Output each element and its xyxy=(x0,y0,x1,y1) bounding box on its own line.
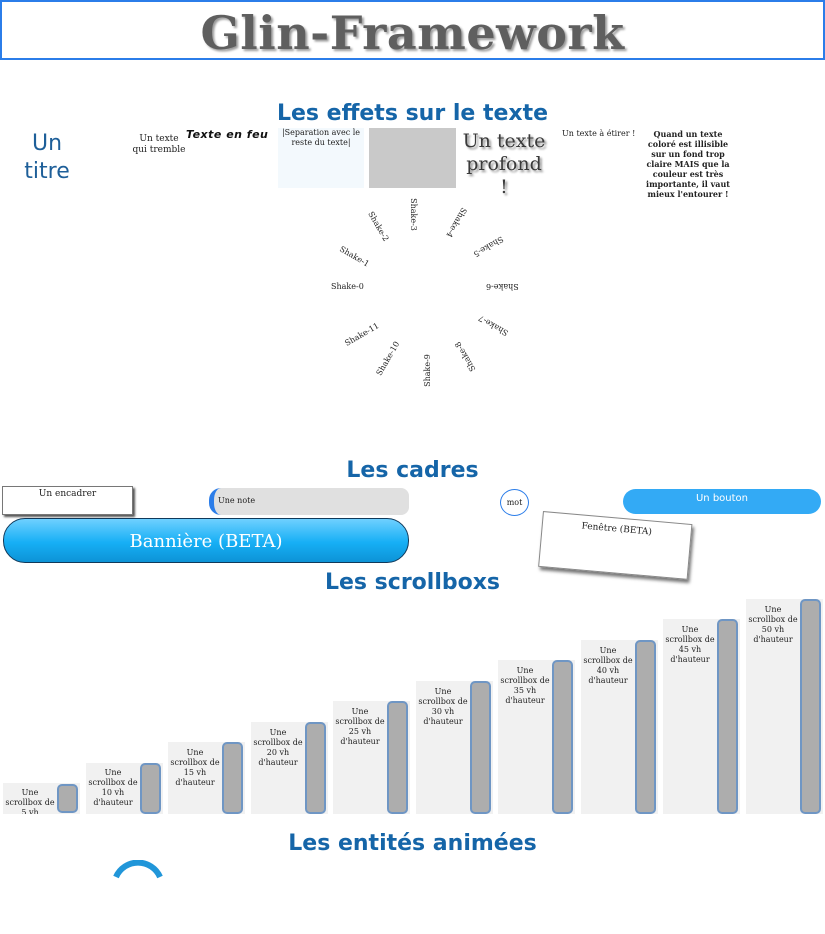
shake-label: Shake-4 xyxy=(444,206,469,239)
word-circle: mot xyxy=(500,489,529,516)
scrollbox[interactable]: Une scrollbox de 25 vh d'hauteur xyxy=(333,701,410,814)
scrollbox[interactable]: Une scrollbox de 40 vh d'hauteur xyxy=(581,640,658,814)
banner: Bannière (BETA) xyxy=(3,518,409,563)
section-title-text-effects: Les effets sur le texte xyxy=(276,101,549,126)
outlined-text-demo: Quand un texte coloré est illisible sur … xyxy=(646,129,730,199)
stretch-text-demo: Un texte à étirer ! xyxy=(562,129,636,138)
scrollbar-thumb[interactable] xyxy=(470,681,491,814)
scrollbox[interactable]: Une scrollbox de 15 vh d'hauteur xyxy=(168,742,245,814)
scrollbox[interactable]: Une scrollbox de 20 vh d'hauteur xyxy=(251,722,328,814)
scrollbar-thumb[interactable] xyxy=(387,701,408,814)
scrollbox-label: Une scrollbox de 15 vh d'hauteur xyxy=(170,748,220,787)
gray-placeholder-box xyxy=(369,128,456,188)
page-title: Glin-Framework xyxy=(200,6,625,60)
scrollbox[interactable]: Une scrollbox de 10 vh d'hauteur xyxy=(86,763,163,814)
scrollbar-thumb[interactable] xyxy=(305,722,326,814)
scrollbox-label: Une scrollbox de 40 vh d'hauteur xyxy=(583,646,633,685)
scrollbox-label: Une scrollbox de 20 vh d'hauteur xyxy=(253,728,303,767)
shake-label: Shake-1 xyxy=(337,244,371,269)
scrollbox-label: Une scrollbox de 50 vh d'hauteur xyxy=(748,605,798,644)
shake-label: Shake-8 xyxy=(453,340,478,373)
scrollbar-thumb[interactable] xyxy=(57,784,78,813)
section-title-scrollboxes: Les scrollboxs xyxy=(324,570,501,595)
shake-label: Shake-6 xyxy=(486,282,519,291)
scrollbar-thumb[interactable] xyxy=(800,599,821,814)
section-title-animated: Les entités animées xyxy=(288,831,537,856)
scrollbox-label: Une scrollbox de 35 vh d'hauteur xyxy=(500,666,550,705)
shake-label: Shake-2 xyxy=(366,210,391,243)
shake-label: Shake-10 xyxy=(374,339,402,378)
scrollbox-label: Une scrollbox de 10 vh d'hauteur xyxy=(88,768,138,807)
deep-text-demo: Un texte profond ! xyxy=(462,130,546,198)
scrollbox[interactable]: Une scrollbox de 50 vh d'hauteur xyxy=(746,599,823,814)
shake-label: Shake-7 xyxy=(476,313,510,338)
scrollbar-thumb[interactable] xyxy=(635,640,656,814)
note-box: Une note xyxy=(209,488,409,515)
scrollbox[interactable]: Une scrollbox de 30 vh d'hauteur xyxy=(416,681,493,814)
scrollbox-label: Une scrollbox de 5 vh d'hauteur xyxy=(5,788,55,814)
scrollbar-thumb[interactable] xyxy=(552,660,573,814)
scrollbox[interactable]: Une scrollbox de 35 vh d'hauteur xyxy=(498,660,575,814)
shake-label: Shake-11 xyxy=(343,321,381,348)
shake-label: Shake-3 xyxy=(408,198,418,231)
loading-spinner-icon xyxy=(113,860,163,879)
title-text-demo: Un titre xyxy=(24,131,70,184)
scrollbox[interactable]: Une scrollbox de 45 vh d'hauteur xyxy=(663,619,740,814)
trembling-text-demo: Un texte qui tremble xyxy=(132,134,186,155)
scrollbox[interactable]: Une scrollbox de 5 vh d'hauteur xyxy=(3,783,80,814)
demo-button[interactable]: Un bouton xyxy=(623,489,821,514)
scrollbox-label: Une scrollbox de 45 vh d'hauteur xyxy=(665,625,715,664)
scrollbar-thumb[interactable] xyxy=(140,763,161,814)
scrollbar-thumb[interactable] xyxy=(222,742,243,814)
section-title-frames: Les cadres xyxy=(346,458,479,483)
fire-text-demo: Texte en feu xyxy=(186,128,269,141)
scrollbar-thumb[interactable] xyxy=(717,619,738,814)
shake-label: Shake-5 xyxy=(471,234,505,259)
scrollbox-label: Une scrollbox de 30 vh d'hauteur xyxy=(418,687,468,726)
shake-label: Shake-0 xyxy=(331,282,364,291)
page-header: Glin-Framework xyxy=(0,0,825,60)
separation-text-demo: |Separation avec le reste du texte| xyxy=(278,128,364,188)
scrollbox-label: Une scrollbox de 25 vh d'hauteur xyxy=(335,707,385,746)
framed-box: Un encadrer xyxy=(2,486,133,515)
shake-label: Shake-9 xyxy=(422,354,432,387)
